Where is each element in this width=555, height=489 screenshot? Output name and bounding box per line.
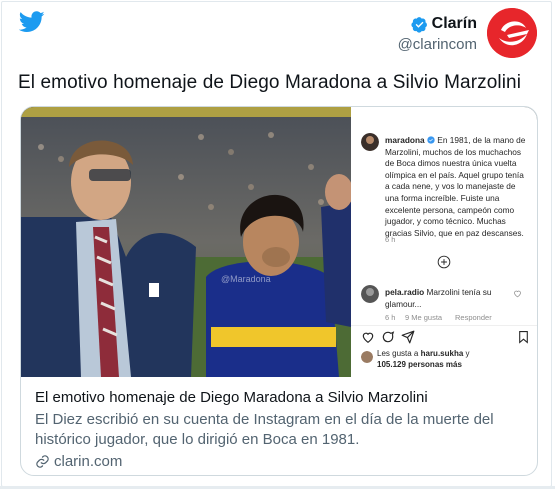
comment-likes: 9 Me gusta xyxy=(405,313,443,322)
commenter-avatar xyxy=(361,285,379,303)
twitter-bird-icon[interactable] xyxy=(19,11,45,33)
comment-heart-icon xyxy=(514,290,521,298)
divider xyxy=(351,325,537,326)
author-handle[interactable]: @clarincom xyxy=(398,36,477,53)
comment-time: 6 h xyxy=(385,313,396,322)
card-domain[interactable]: clarin.com xyxy=(54,453,122,470)
photo-watermark: @Maradona xyxy=(221,274,271,284)
tweet-card[interactable]: Clarín @clarincom El emotivo homenaje de… xyxy=(1,1,552,487)
author-name-row[interactable]: Clarín xyxy=(398,15,477,33)
link-preview-card[interactable]: @Maradona maradona En 1981, de la mano d… xyxy=(20,106,538,476)
author-block[interactable]: Clarín @clarincom xyxy=(398,15,477,53)
heart-icon xyxy=(362,332,374,343)
likes-conj: y xyxy=(465,349,470,358)
share-icon xyxy=(401,330,415,344)
ig-verified-icon xyxy=(427,136,435,144)
instagram-post-panel: maradona En 1981, de la mano de Marzolin… xyxy=(351,107,537,377)
card-description[interactable]: El Diez escribió en su cuenta de Instagr… xyxy=(35,410,515,450)
likes-count: 105.129 personas más xyxy=(377,359,462,369)
likes-prefix: Les gusta a xyxy=(377,349,419,358)
liker-avatar xyxy=(361,351,373,363)
comment-reply: Responder xyxy=(455,313,492,322)
link-icon xyxy=(36,455,49,468)
card-image[interactable]: @Maradona maradona En 1981, de la mano d… xyxy=(21,107,537,377)
caption-time: 6 h xyxy=(385,235,396,244)
instagram-caption-text: En 1981, de la mano de Marzolini, muchos… xyxy=(385,135,526,238)
card-title[interactable]: El emotivo homenaje de Diego Maradona a … xyxy=(35,389,428,406)
likes-user: haru.sukha xyxy=(420,349,464,358)
instagram-caption: maradona En 1981, de la mano de Marzolin… xyxy=(385,135,527,239)
instagram-likes: Les gusta a haru.sukha y 105.129 persona… xyxy=(377,349,470,370)
comment-icon xyxy=(382,331,395,343)
add-icon xyxy=(437,255,451,269)
author-name[interactable]: Clarín xyxy=(432,15,477,33)
card-domain-row[interactable]: clarin.com xyxy=(35,453,122,470)
instagram-comment: pela.radio Marzolini tenía su glamour... xyxy=(385,287,515,310)
comment-user: pela.radio xyxy=(385,287,425,297)
instagram-avatar xyxy=(361,133,379,151)
clarin-avatar[interactable] xyxy=(487,8,537,58)
clarin-logo-icon xyxy=(487,8,537,58)
bookmark-icon xyxy=(519,331,528,344)
tweet-headline: El emotivo homenaje de Diego Maradona a … xyxy=(18,72,522,93)
verified-badge-icon xyxy=(411,16,427,33)
instagram-username: maradona xyxy=(385,135,425,145)
maradona-marzolini-photo: @Maradona xyxy=(21,107,351,377)
